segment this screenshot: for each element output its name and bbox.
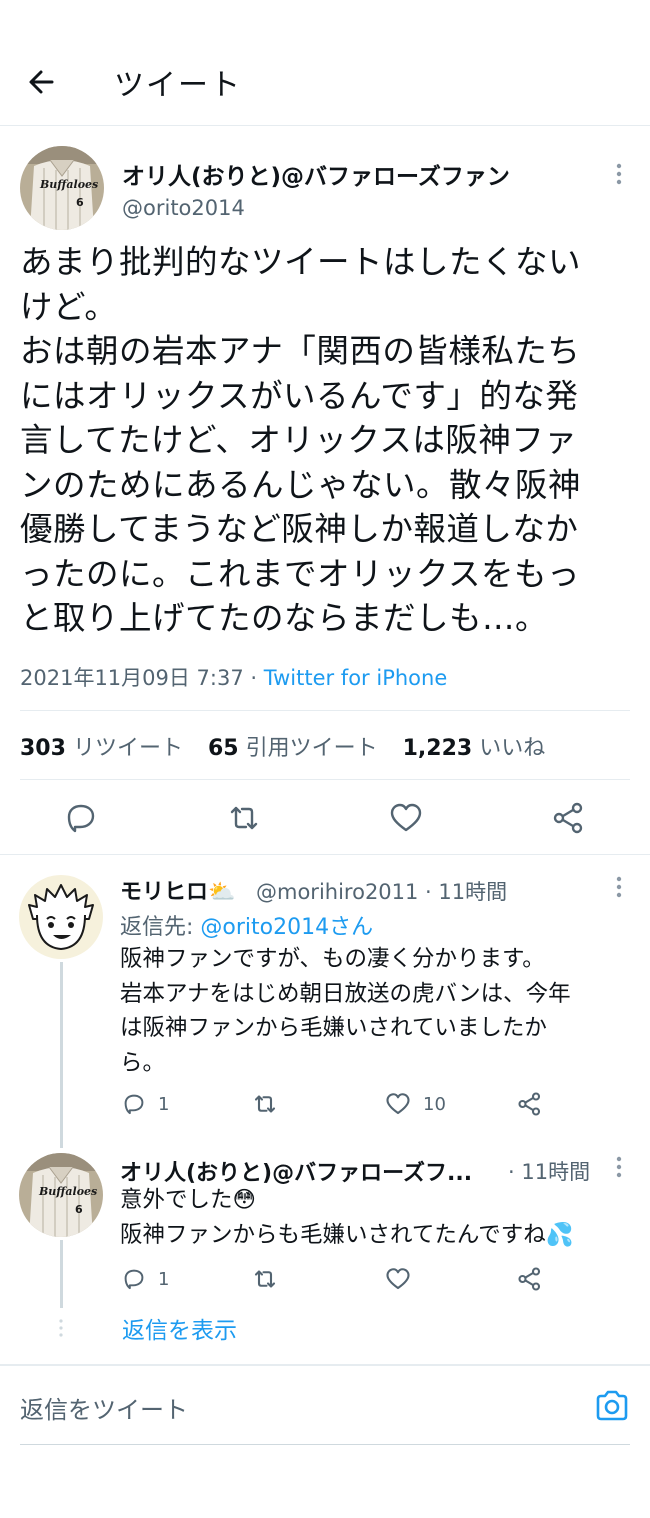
tweet-meta: 2021年11月09日 7:37 · Twitter for iPhone [20, 662, 447, 692]
retweets-stat[interactable]: 303 リツイート [20, 736, 183, 761]
thread-dots [59, 1318, 63, 1338]
like-count: 10 [423, 1093, 446, 1115]
mention-link[interactable]: @orito2014さん [200, 915, 373, 940]
show-replies-link[interactable]: 返信を表示 [122, 1311, 237, 1345]
reply-line: 岩本アナをはじめ朝日放送の虎バンは、今年 [120, 980, 571, 1007]
reply-icon[interactable] [61, 798, 101, 838]
tweet-line: 言してたけど、オリックスは阪神ファ [20, 421, 578, 459]
reply-meta: @morihiro2011 · 11時間 [256, 880, 508, 904]
replying-to: 返信先: @orito2014さん [120, 915, 374, 940]
share-icon[interactable] [549, 798, 589, 838]
thread-line [60, 962, 63, 1148]
back-arrow-icon[interactable] [22, 62, 62, 102]
retweet-button[interactable] [250, 1089, 290, 1119]
more-options-icon[interactable] [607, 1153, 631, 1183]
retweet-icon[interactable] [224, 798, 264, 838]
tweet-stats: 303 リツイート 65 引用ツイート 1,223 いいね [20, 730, 563, 762]
divider [20, 779, 630, 780]
reply-icon [124, 1269, 144, 1290]
reply-count: 1 [158, 1268, 170, 1290]
share-icon [518, 1092, 541, 1116]
reply-icon [124, 1094, 144, 1115]
reply-text: 意外でした😳 阪神ファンからも毛嫌いされてたんですね💦 [120, 1183, 574, 1252]
reply-line: 意外でした😳 [120, 1187, 256, 1213]
tweet-source[interactable]: Twitter for iPhone [264, 666, 448, 690]
reply-button[interactable]: 1 [120, 1264, 169, 1294]
reply-avatar[interactable]: Buffaloes 6 [19, 1153, 103, 1237]
page-title: ツイート [114, 68, 242, 103]
more-options-icon[interactable] [607, 160, 631, 190]
divider [0, 854, 650, 855]
reply-meta: · 11時間 [508, 1160, 591, 1184]
retweet-icon [254, 1270, 276, 1288]
tweet-timestamp[interactable]: 2021年11月09日 7:37 · [20, 666, 264, 690]
author-avatar[interactable]: Buffaloes 6 [20, 146, 104, 230]
divider [20, 710, 630, 711]
tweet-line: にはオリックスがいるんです」的な発 [20, 376, 579, 415]
share-button[interactable] [515, 1264, 545, 1294]
like-icon [386, 1093, 410, 1115]
like-icon[interactable] [386, 798, 426, 838]
author-handle[interactable]: @orito2014 [122, 196, 245, 220]
reply-avatar[interactable] [19, 875, 103, 959]
divider [20, 1444, 630, 1445]
like-button[interactable]: 10 [383, 1089, 446, 1119]
reply-author-name[interactable]: モリヒロ⛅ [120, 874, 235, 906]
reply-compose-bar: 返信をツイート [0, 1364, 650, 1446]
reply-text: 阪神ファンですが、もの凄く分かります。 岩本アナをはじめ朝日放送の虎バンは、今年… [120, 942, 571, 1080]
like-icon [386, 1268, 410, 1290]
quotes-stat[interactable]: 65 引用ツイート [208, 736, 378, 761]
tweet-line: けど。 [20, 287, 118, 326]
author-name[interactable]: オリ人(おりと)@バファローズファン [122, 157, 510, 191]
tweet-line: 優勝してまうなど阪神しか報道しなか [20, 510, 579, 548]
tweet-text: あまり批判的なツイートはしたくない けど。 おは朝の岩本アナ「関西の皆様私たち … [20, 240, 630, 641]
svg-text:Buffaloes: Buffaloes [38, 1185, 97, 1198]
top-bar: ツイート [0, 0, 650, 126]
reply-button[interactable]: 1 [120, 1089, 169, 1119]
thread-line [60, 1240, 63, 1308]
reply-input[interactable]: 返信をツイート [20, 1390, 188, 1425]
tweet-line: ったのに。これまでオリックスをもっ [20, 554, 581, 593]
reply-line: ら。 [120, 1049, 166, 1076]
share-button[interactable] [515, 1089, 545, 1119]
reply-line: 阪神ファンからも毛嫌いされてたんですね💦 [120, 1221, 574, 1248]
tweet-line: ンのためにあるんじゃない。散々阪神 [20, 465, 582, 504]
likes-stat[interactable]: 1,223 いいね [403, 736, 546, 761]
more-options-icon[interactable] [607, 873, 631, 903]
tweet-line: おは朝の岩本アナ「関西の皆様私たち [20, 332, 581, 370]
like-button[interactable] [383, 1264, 423, 1294]
reply-line: 阪神ファンですが、もの凄く分かります。 [120, 946, 545, 972]
reply-count: 1 [158, 1093, 170, 1115]
svg-text:6: 6 [76, 196, 84, 209]
retweet-button[interactable] [250, 1264, 290, 1294]
camera-icon[interactable] [594, 1388, 630, 1424]
svg-text:Buffaloes: Buffaloes [39, 178, 98, 191]
retweet-icon [254, 1095, 276, 1113]
svg-text:6: 6 [75, 1203, 83, 1216]
reply-line: は阪神ファンから毛嫌いされていましたか [120, 1015, 547, 1041]
share-icon [518, 1267, 541, 1291]
tweet-line: あまり批判的なツイートはしたくない [20, 243, 582, 281]
tweet-line: と取り上げてたのならまだしも…。 [20, 599, 549, 637]
